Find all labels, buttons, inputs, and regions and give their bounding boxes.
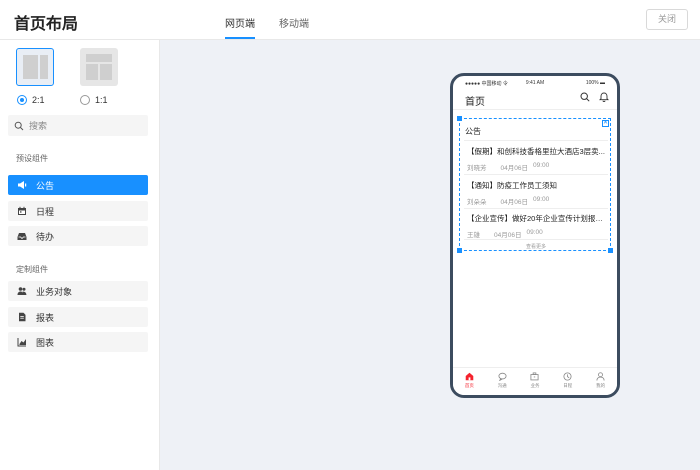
notice-time: 09:00 (532, 162, 550, 169)
component-item-label: 图表 (36, 337, 55, 348)
clock-icon (563, 372, 572, 381)
search-icon[interactable] (580, 92, 590, 102)
view-more-link[interactable]: 查看更多 (460, 243, 612, 250)
chart-icon (17, 337, 27, 347)
notice-date: 04月06日 (500, 165, 528, 172)
component-item-label: 公告 (36, 180, 55, 191)
search-input[interactable] (29, 120, 139, 131)
tabbar-item-business[interactable]: 业务 (519, 368, 552, 395)
component-item-report[interactable]: 报表 (8, 307, 148, 327)
bell-icon[interactable] (599, 92, 609, 102)
component-item-label: 待办 (36, 231, 55, 242)
tabbar-label: 业务 (530, 383, 540, 388)
layout-1-1-label: 1:1 (95, 95, 108, 105)
tabbar-label: 首页 (464, 383, 474, 388)
tabbar-label: 我的 (596, 383, 606, 388)
component-item-chart[interactable]: 图表 (8, 332, 148, 352)
divider (464, 140, 608, 141)
layout-1-1-radio[interactable]: 1:1 (80, 95, 108, 105)
phone-preview: ●●●●● 中国移动 令 9:41 AM 100% ▬ 首页 ✕ 公告 【假期】… (450, 73, 620, 398)
user-icon (596, 372, 605, 381)
tabbar-item-schedule[interactable]: 日程 (551, 368, 584, 395)
users-icon (17, 286, 27, 296)
tab-mobile[interactable]: 移动端 (279, 15, 309, 30)
custom-section-label: 定制组件 (16, 265, 48, 274)
battery-status: 100% ▬ (585, 80, 605, 86)
preset-section-label: 预设组件 (16, 154, 48, 163)
notice-title: 【假期】和创科技香格里拉大酒店3层卖... (467, 147, 605, 156)
component-item-label: 日程 (36, 206, 55, 217)
component-item-schedule[interactable]: 日程 (8, 201, 148, 221)
tabbar-label: 沟通 (497, 383, 507, 388)
tabbar-item-chat[interactable]: 沟通 (486, 368, 519, 395)
notice-title: 【企业宣传】做好20年企业宣传计划报告会 (467, 214, 609, 223)
phone-status-bar: ●●●●● 中国移动 令 9:41 AM 100% ▬ (453, 80, 617, 90)
divider (464, 174, 608, 175)
divider (464, 239, 608, 240)
component-item-announcement[interactable]: 公告 (8, 175, 148, 195)
component-sidebar: 2:1 1:1 预设组件 公告 日程 待办 定制组件 业务对象 (0, 40, 160, 470)
chat-icon (498, 372, 507, 381)
divider (464, 208, 608, 209)
layout-2-1-thumbnail[interactable] (16, 48, 54, 86)
phone-tab-bar: 首页 沟通 业务 日程 我的 (453, 367, 617, 395)
top-header: 首页布局 网页端 移动端 关闭 (0, 0, 700, 40)
notice-date: 04月06日 (494, 232, 522, 239)
notice-date: 04月06日 (500, 199, 528, 206)
tabbar-item-home[interactable]: 首页 (453, 368, 486, 395)
radio-selected-icon (17, 95, 27, 105)
component-item-label: 报表 (36, 312, 55, 323)
list-item[interactable]: 【企业宣传】做好20年企业宣传计划报告会 王雄 04月06日 09:00 (467, 213, 609, 239)
widget-title: 公告 (465, 127, 481, 136)
layout-1-1-thumbnail[interactable] (80, 48, 118, 86)
list-item[interactable]: 【通知】防疫工作员工须知 刘朵朵 04月06日 09:00 (467, 180, 609, 206)
announcement-widget[interactable]: ✕ 公告 【假期】和创科技香格里拉大酒店3层卖... 刘晓芳 04月06日 09… (457, 116, 613, 253)
notice-title: 【通知】防疫工作员工须知 (467, 181, 557, 190)
home-icon (465, 372, 474, 381)
briefcase-icon (530, 372, 539, 381)
app-header-actions (580, 92, 609, 102)
page-title: 首页布局 (14, 16, 79, 33)
tabbar-label: 日程 (563, 383, 573, 388)
search-box (8, 115, 148, 136)
layout-2-1-label: 2:1 (32, 95, 45, 105)
megaphone-icon (17, 180, 27, 190)
layout-2-1-radio[interactable]: 2:1 (17, 95, 45, 105)
header-divider (453, 109, 617, 110)
notice-author: 王雄 (467, 232, 480, 239)
radio-unselected-icon (80, 95, 90, 105)
notice-author: 刘晓芳 (467, 165, 487, 172)
tab-web[interactable]: 网页端 (225, 15, 255, 30)
close-icon[interactable]: ✕ (602, 120, 609, 127)
component-item-todo[interactable]: 待办 (8, 226, 148, 246)
preview-canvas: ●●●●● 中国移动 令 9:41 AM 100% ▬ 首页 ✕ 公告 【假期】… (160, 40, 700, 470)
calendar-icon (17, 206, 27, 216)
tabbar-item-profile[interactable]: 我的 (584, 368, 617, 395)
notice-time: 09:00 (526, 229, 543, 236)
close-button[interactable]: 关闭 (646, 9, 688, 30)
component-item-label: 业务对象 (36, 286, 73, 297)
app-page-title: 首页 (465, 97, 485, 108)
resize-handle[interactable] (457, 116, 462, 121)
inbox-icon (17, 231, 27, 241)
search-icon (14, 121, 24, 130)
active-tab-indicator (225, 37, 255, 39)
component-item-business-object[interactable]: 业务对象 (8, 281, 148, 301)
notice-author: 刘朵朵 (467, 199, 487, 206)
notice-time: 09:00 (532, 196, 550, 203)
document-icon (17, 312, 27, 322)
list-item[interactable]: 【假期】和创科技香格里拉大酒店3层卖... 刘晓芳 04月06日 09:00 (467, 146, 609, 172)
